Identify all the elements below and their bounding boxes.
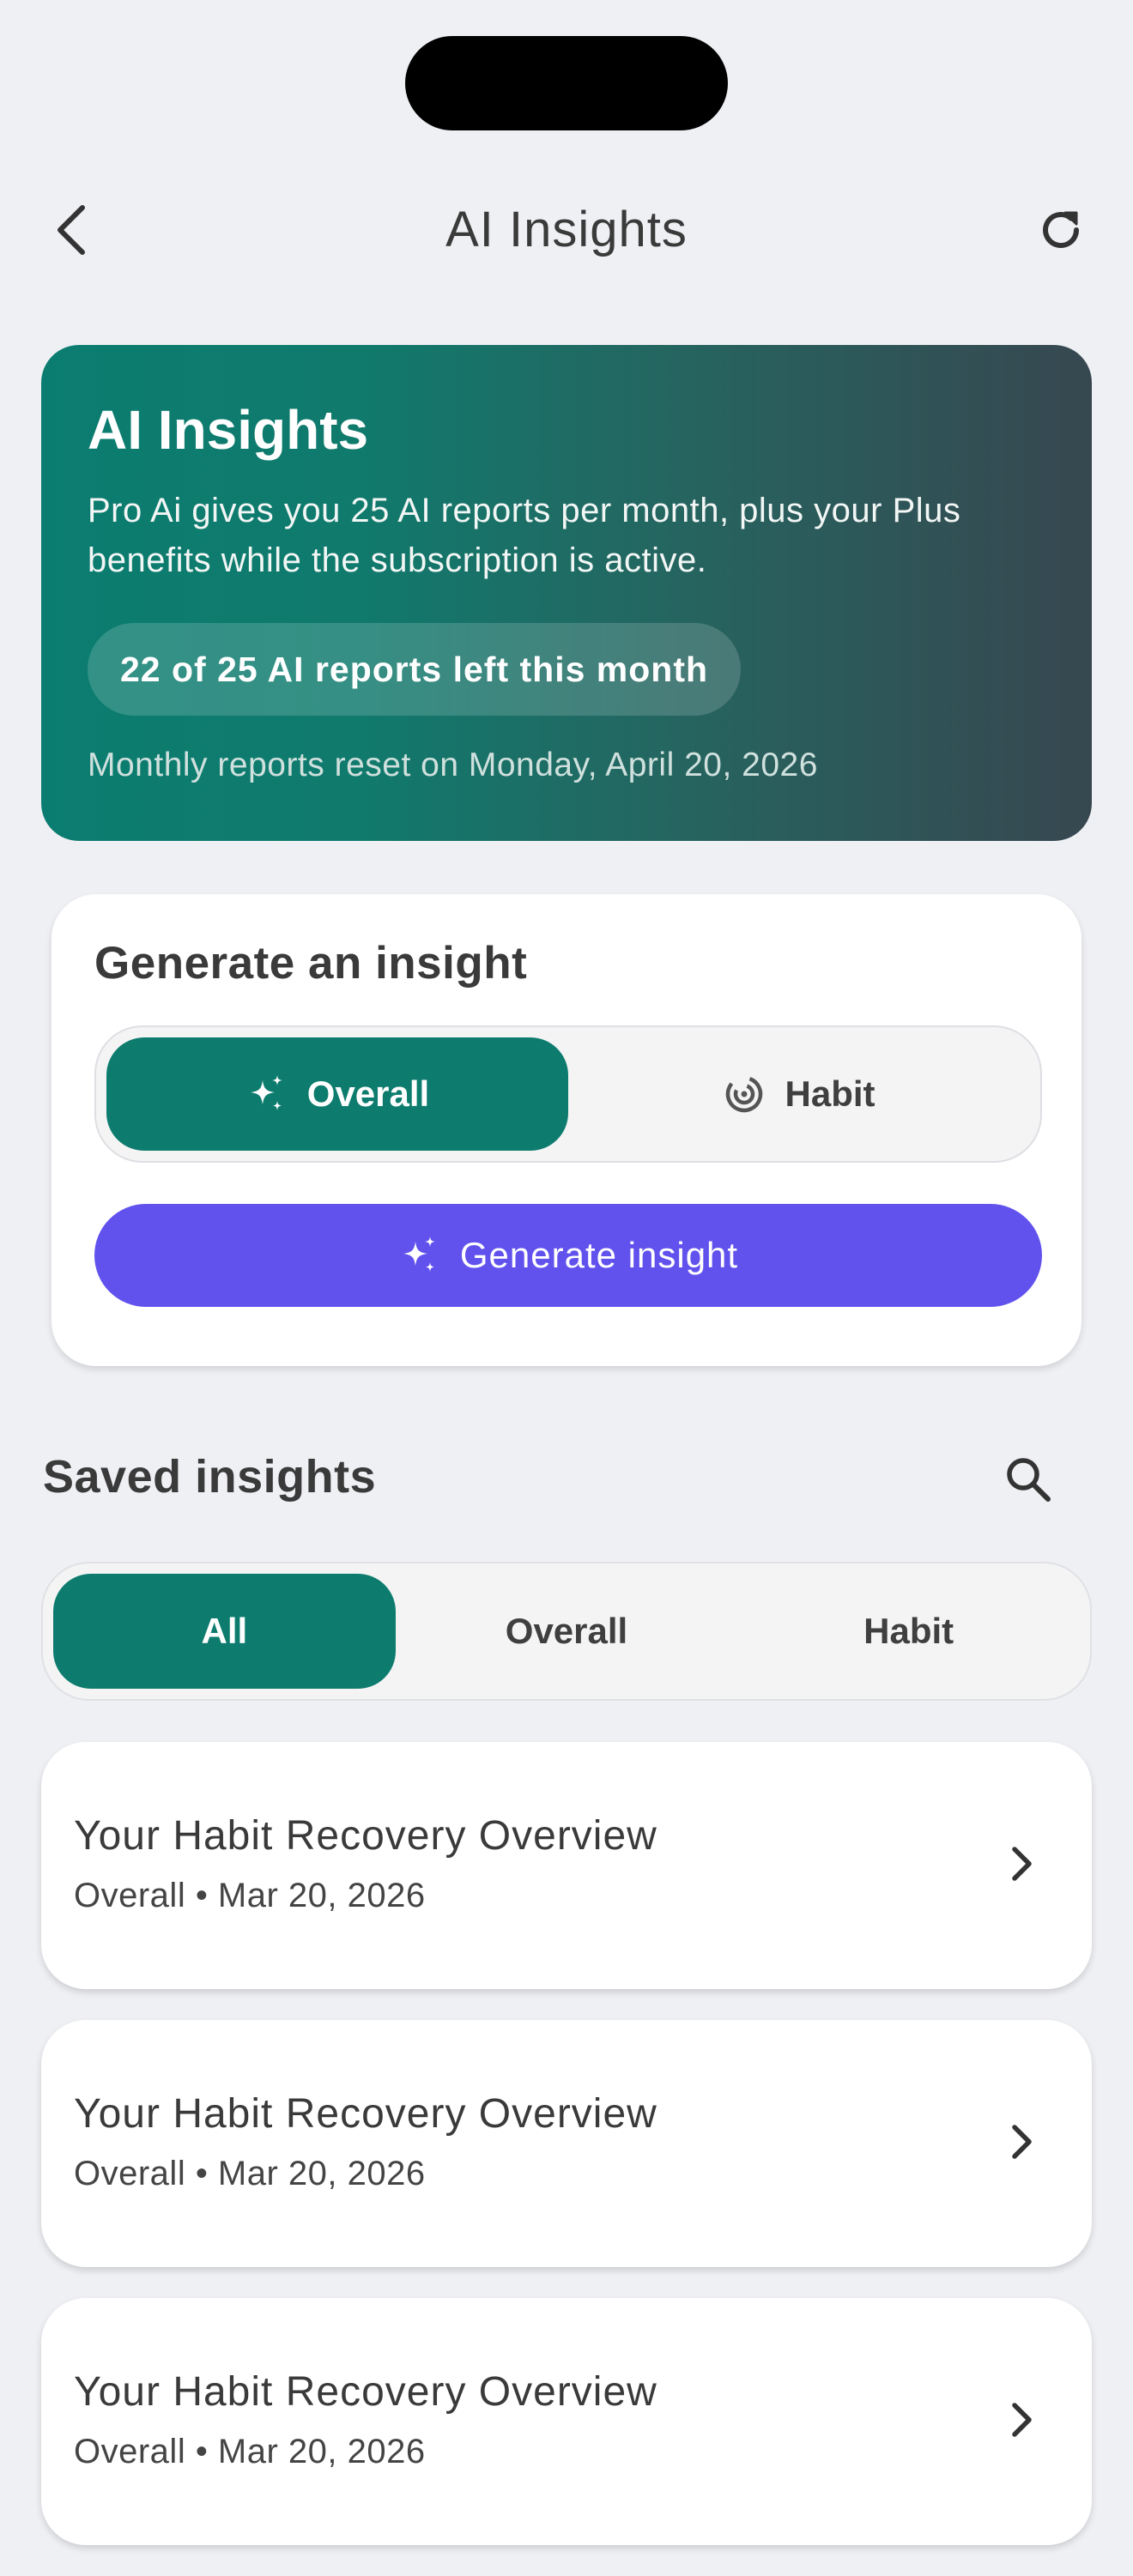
insight-meta: Overall • Mar 20, 2026 [74,2155,426,2192]
insight-meta: Overall • Mar 20, 2026 [74,1877,426,1914]
saved-insights-list: Your Habit Recovery Overview Overall • M… [41,1742,1092,2576]
filter-habit[interactable]: Habit [737,1574,1080,1689]
generate-insight-label: Generate insight [459,1235,739,1275]
search-icon [1003,1454,1053,1509]
generate-insight-card: Generate an insight Overall Habit Genera… [52,894,1082,1366]
generate-insight-button[interactable]: Generate insight [94,1204,1042,1307]
refresh-button[interactable] [1023,194,1099,269]
hero-title: AI Insights [88,399,369,461]
generate-title: Generate an insight [94,938,528,989]
chevron-right-icon [996,2394,1047,2446]
filter-all[interactable]: All [53,1574,396,1689]
insight-title: Your Habit Recovery Overview [74,1813,657,1859]
segment-habit[interactable]: Habit [568,1037,1030,1151]
list-item[interactable]: Your Habit Recovery Overview Overall • M… [41,2020,1092,2267]
segment-overall[interactable]: Overall [106,1037,568,1151]
segment-overall-label: Overall [306,1073,430,1114]
list-item[interactable]: Your Habit Recovery Overview Overall • M… [41,1742,1092,1989]
ai-insights-hero-card: AI Insights Pro Ai gives you 25 AI repor… [41,345,1092,841]
hero-description: Pro Ai gives you 25 AI reports per month… [88,492,961,580]
reset-date-text: Monthly reports reset on Monday, April 2… [88,747,818,784]
reports-left-badge: 22 of 25 AI reports left this month [88,623,742,717]
list-item[interactable]: Your Habit Recovery Overview Overall • M… [41,2298,1092,2545]
insight-title: Your Habit Recovery Overview [74,2369,657,2415]
filter-overall[interactable]: Overall [396,1574,738,1689]
segment-habit-label: Habit [785,1073,876,1114]
refresh-icon [1037,206,1085,258]
insight-meta: Overall • Mar 20, 2026 [74,2433,426,2470]
insight-title: Your Habit Recovery Overview [74,2091,657,2137]
saved-filter-segmented-control: All Overall Habit [41,1562,1092,1701]
chevron-right-icon [996,2116,1047,2168]
sparkles-icon [245,1073,287,1115]
sparkles-icon [398,1235,439,1276]
insight-type-segmented-control: Overall Habit [94,1025,1042,1163]
chevron-right-icon [996,1838,1047,1890]
search-button[interactable] [991,1443,1066,1519]
dynamic-island [405,36,728,130]
top-bar: AI Insights [0,172,1133,292]
saved-insights-title: Saved insights [43,1451,377,1503]
target-icon [724,1073,765,1115]
page-title: AI Insights [445,202,688,257]
